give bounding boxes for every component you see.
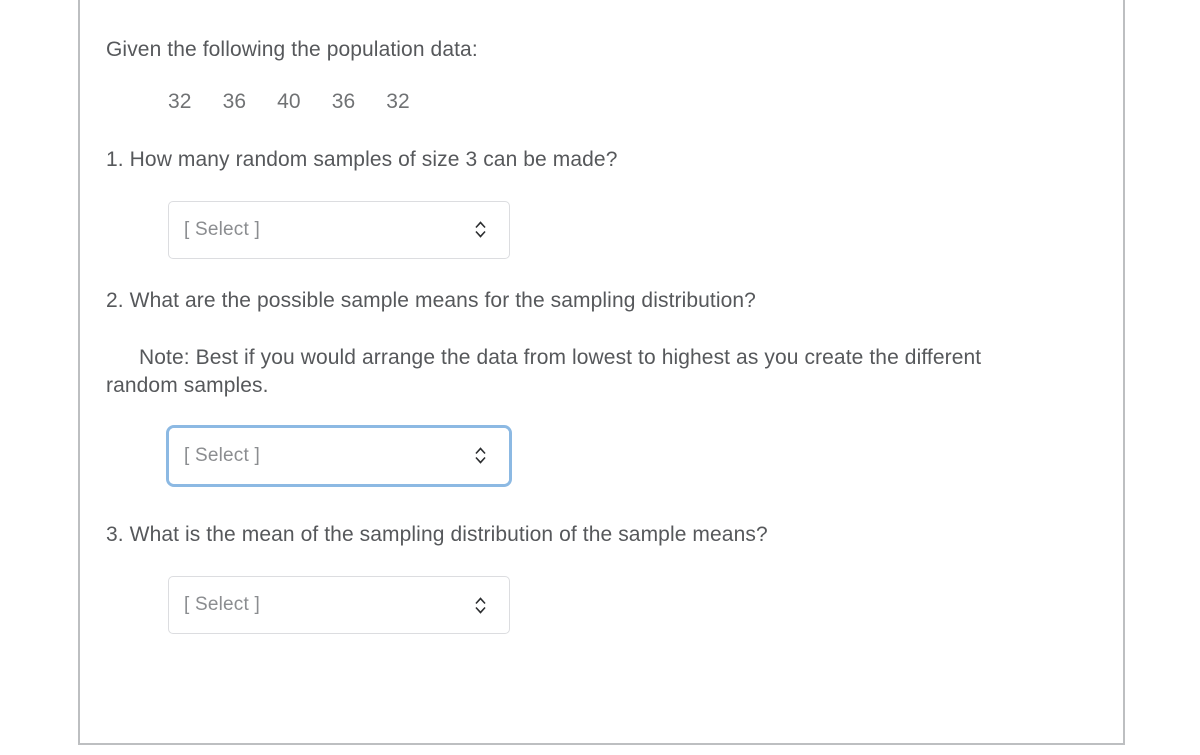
question-2-note-text: Note: Best if you would arrange the data… [106,346,982,398]
chevron-updown-icon [473,446,487,466]
question-3-select-value: [ Select ] [184,594,260,616]
question-1-select[interactable]: [ Select ] [168,200,510,259]
question-1-answer-row: [ Select ] [168,200,1066,259]
chevron-updown-icon [473,220,487,240]
question-1-select-value: [ Select ] [184,218,260,240]
population-value: 32 [386,90,410,114]
population-value: 32 [168,90,192,114]
question-2-answer-row: [ Select ] [166,424,1066,487]
question-2-text: 2. What are the possible sample means fo… [106,288,756,312]
question-3-text: 3. What is the mean of the sampling dist… [106,522,768,546]
population-data-row: 32 36 40 36 32 [168,90,1066,114]
question-3-answer-row: [ Select ] [168,576,1066,635]
question-2-select[interactable]: [ Select ] [166,424,512,487]
question-2-select-value: [ Select ] [184,444,260,466]
question-3-select[interactable]: [ Select ] [168,576,510,635]
quiz-question-container: Given the following the population data:… [78,0,1125,745]
population-value: 36 [331,90,356,114]
population-value: 36 [222,90,247,114]
population-value: 40 [277,90,301,114]
intro-text: Given the following the population data: [106,38,478,61]
quiz-content: Given the following the population data:… [106,0,1066,635]
question-1-text: 1. How many random samples of size 3 can… [106,148,618,172]
question-2-note: Note: Best if you would arrange the data… [106,344,1026,401]
chevron-updown-icon [473,595,487,615]
